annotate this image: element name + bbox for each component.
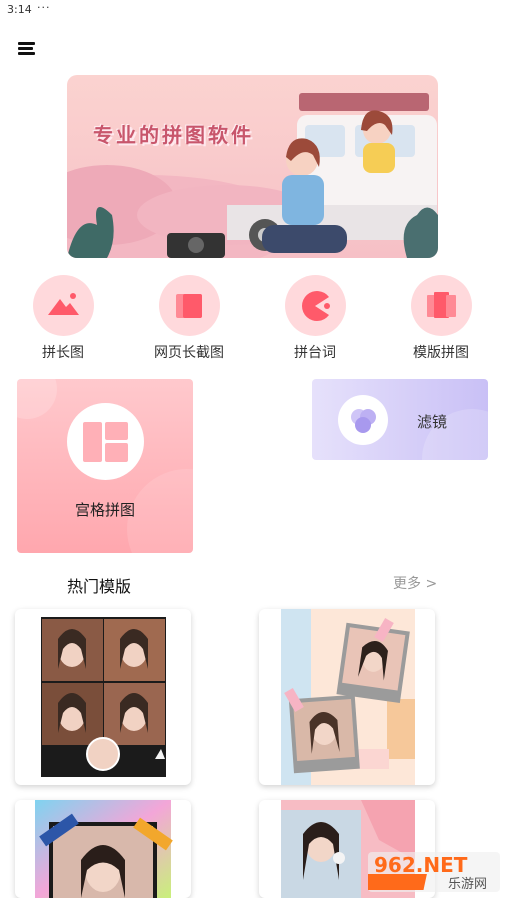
function-label: 拼台词 (294, 345, 336, 361)
mountain-icon (32, 275, 94, 336)
grid-collage-card[interactable]: 宫格拼图 (17, 379, 193, 553)
web-page-icon (158, 275, 220, 336)
function-subtitle-stitch[interactable]: 拼台词 (260, 275, 370, 362)
template-thumbnail[interactable] (259, 609, 435, 785)
site-watermark: 962.NET 乐游网 (361, 850, 500, 894)
banner-headline: 专业的拼图软件 (93, 123, 254, 147)
function-row: 拼长图 网页长截图 拼台词 模版拼图 (0, 275, 505, 365)
status-notification-dots: ··· (37, 1, 51, 14)
template-icon (410, 275, 472, 336)
grid-collage-label: 宫格拼图 (74, 501, 135, 519)
template-thumbnail[interactable] (15, 609, 191, 785)
watermark-brand: 乐游网 (448, 877, 487, 892)
filter-card[interactable]: 滤镜 (312, 379, 488, 460)
watermark-number: 962.NET (374, 853, 468, 877)
banner-illustration (67, 75, 438, 258)
filter-label: 滤镜 (417, 413, 448, 431)
function-label: 拼长图 (42, 345, 84, 361)
status-bar: 3:14 ··· (0, 0, 505, 22)
function-label: 模版拼图 (413, 345, 469, 361)
function-label: 网页长截图 (154, 345, 224, 361)
filter-icon (338, 395, 388, 445)
more-templates-link[interactable]: 更多 > (393, 573, 437, 593)
promo-banner[interactable]: 专业的拼图软件 (67, 75, 438, 258)
status-time: 3:14 (7, 3, 32, 16)
hot-templates-title: 热门模版 (67, 577, 132, 596)
grid-layout-icon (67, 403, 144, 480)
menu-icon[interactable] (18, 40, 38, 56)
pacman-icon (284, 275, 346, 336)
template-thumbnail[interactable] (15, 800, 191, 898)
function-long-stitch[interactable]: 拼长图 (8, 275, 118, 362)
function-template-collage[interactable]: 模版拼图 (386, 275, 496, 362)
function-web-screenshot[interactable]: 网页长截图 (134, 275, 244, 362)
